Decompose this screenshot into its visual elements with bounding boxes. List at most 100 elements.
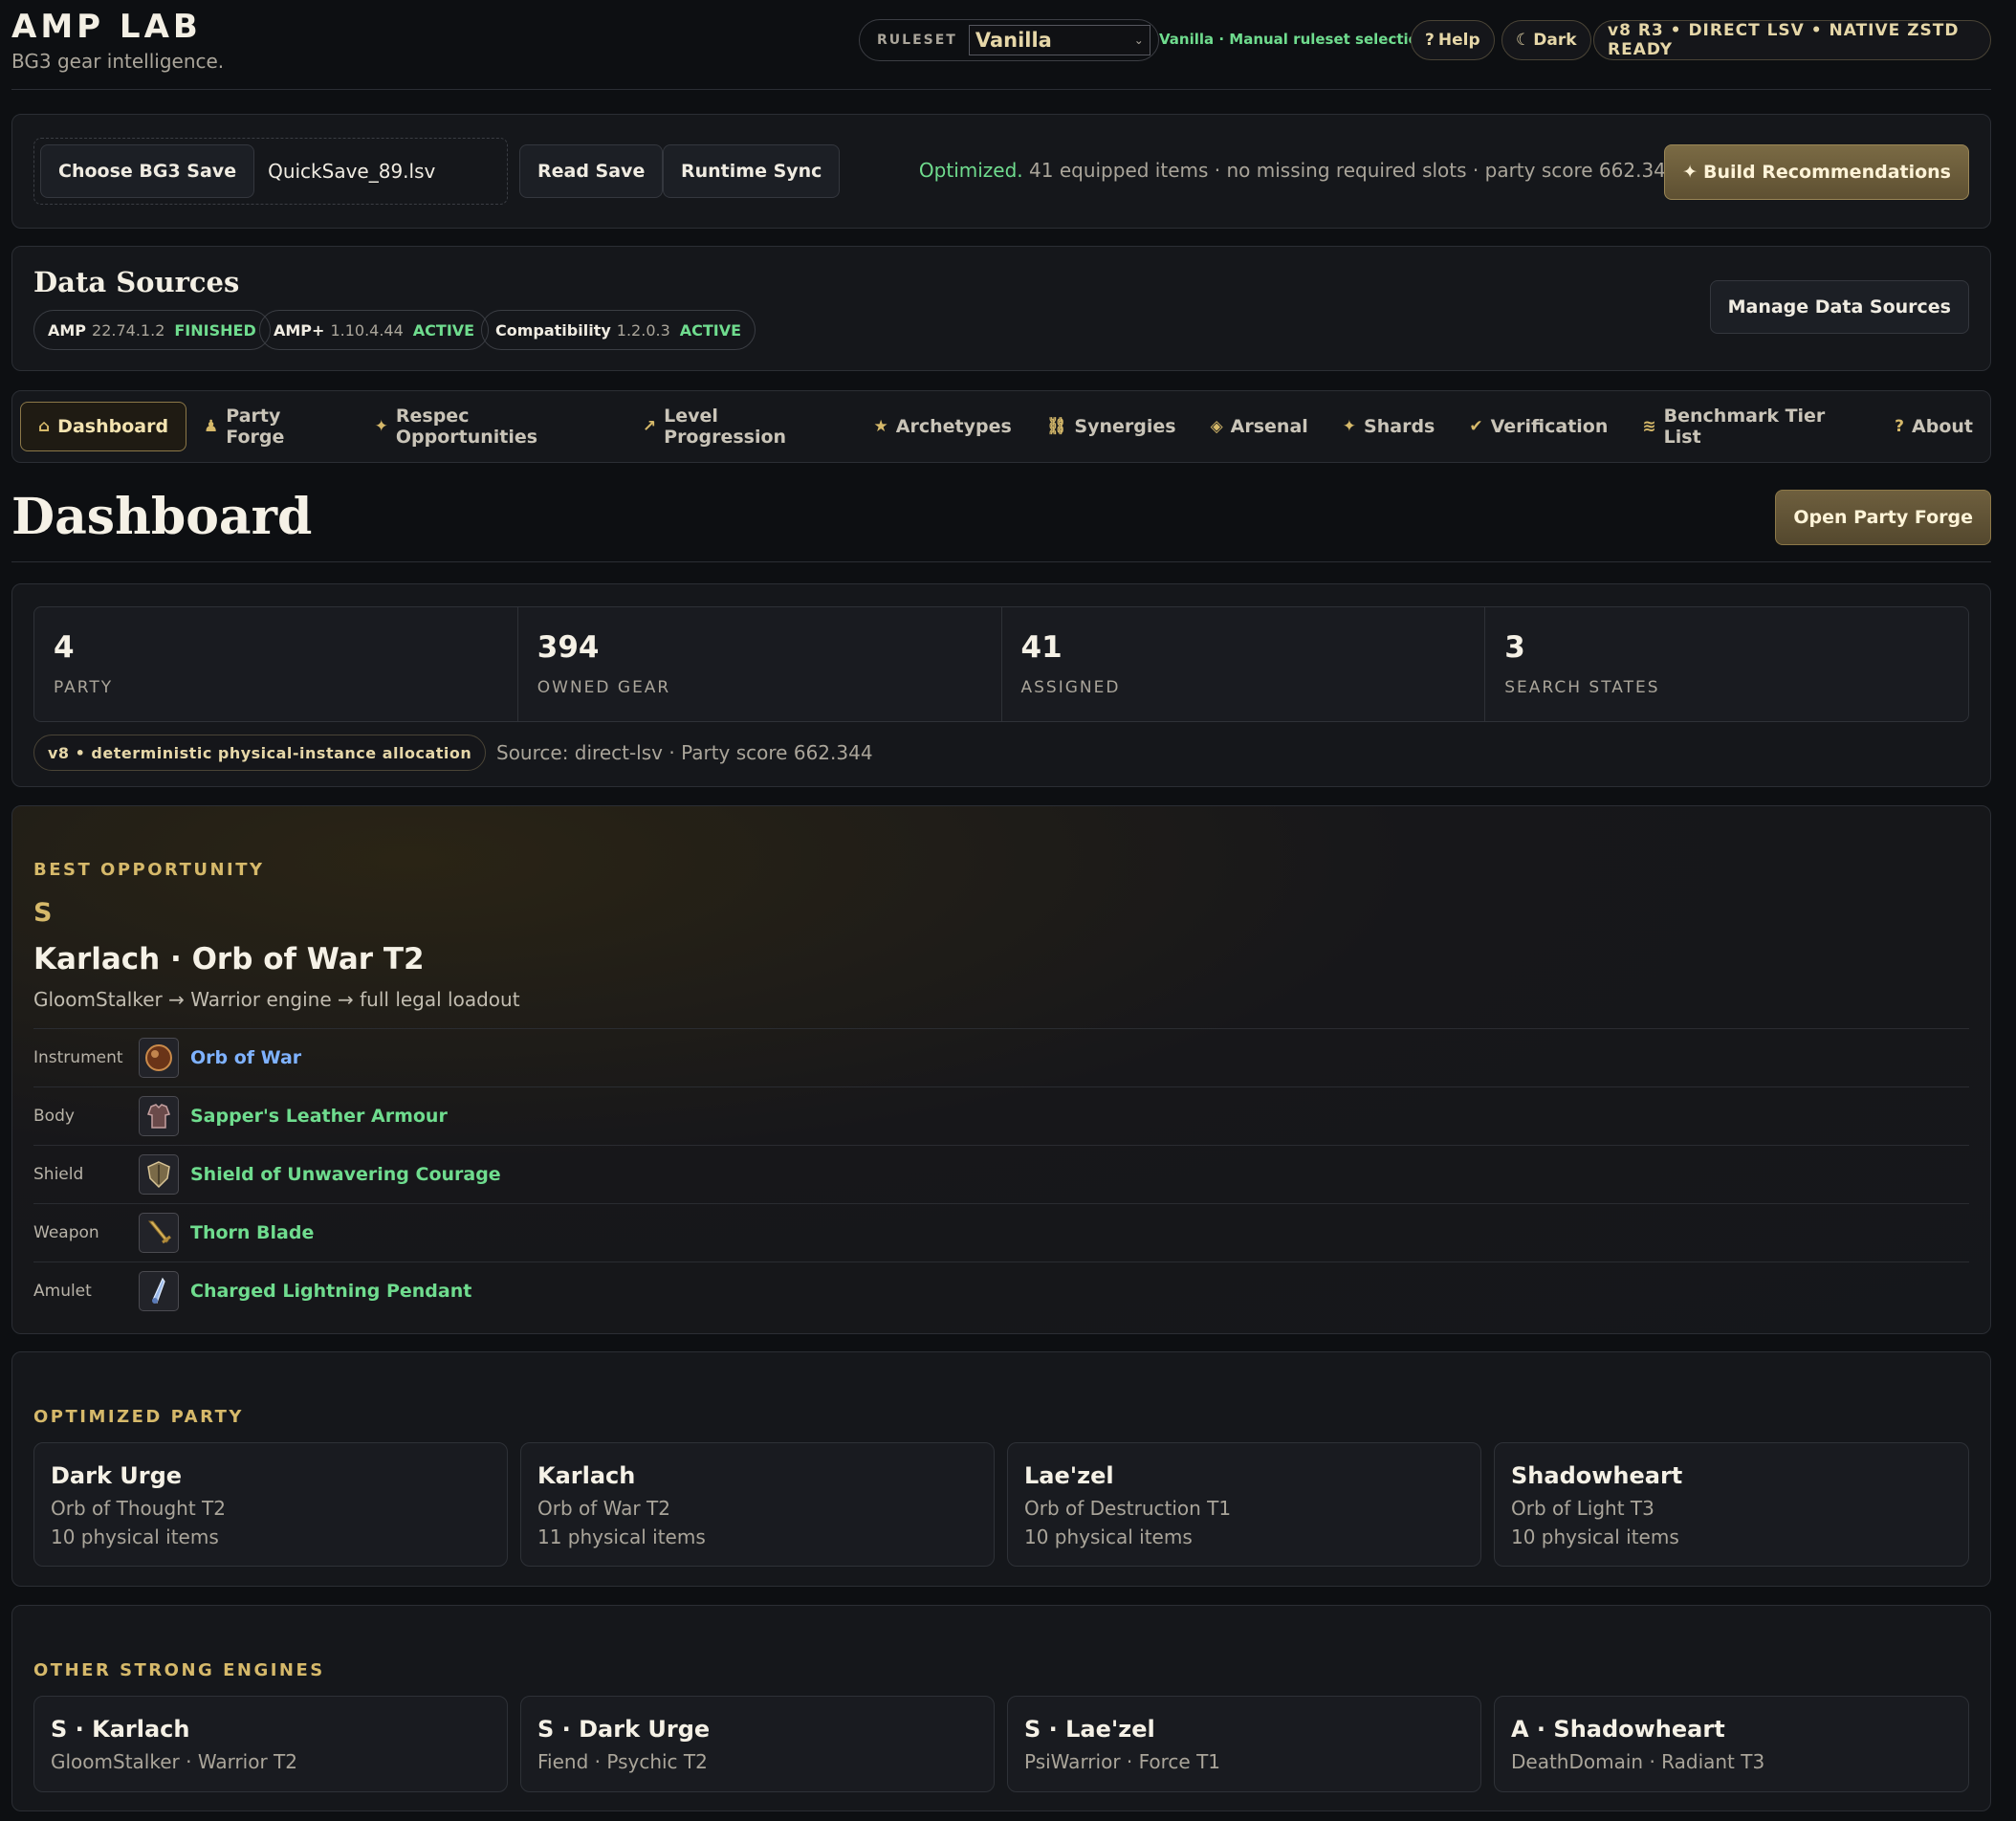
stat-label: OWNED GEAR <box>537 678 671 697</box>
person-icon: ♟ <box>204 417 219 436</box>
ruleset-label: RULESET <box>877 33 957 48</box>
optimized-party-panel: OPTIMIZED PARTY Dark Urge Orb of Thought… <box>11 1351 1991 1587</box>
tab-label: Party Forge <box>226 406 285 448</box>
status-ok: Optimized. <box>918 159 1023 182</box>
loadout-row: Amulet Charged Lightning Pendant <box>33 1262 1969 1320</box>
slot-label: Instrument <box>33 1048 123 1067</box>
optimized-party-heading: OPTIMIZED PARTY <box>33 1407 244 1427</box>
loadout-row: Instrument Orb of War <box>33 1028 1969 1086</box>
item-link[interactable]: Thorn Blade <box>190 1222 314 1243</box>
tab-level-progression[interactable]: ↗ Level Progression <box>625 402 857 451</box>
sparkle-icon: ✦ <box>1682 162 1698 183</box>
engine-card[interactable]: A · Shadowheart DeathDomain · Radiant T3 <box>1494 1696 1969 1792</box>
tab-shards[interactable]: ✦ Shards <box>1326 402 1453 451</box>
version-badge: v8 R3 • DIRECT LSV • NATIVE ZSTD READY <box>1593 20 1991 60</box>
stat-assigned: 41 ASSIGNED <box>1002 607 1486 721</box>
other-engines-panel: OTHER STRONG ENGINES S · Karlach GloomSt… <box>11 1605 1991 1811</box>
open-party-forge-button[interactable]: Open Party Forge <box>1775 490 1991 545</box>
brand-subtitle: BG3 gear intelligence. <box>11 50 225 73</box>
sparkle-icon: ✦ <box>1342 417 1357 436</box>
runtime-sync-button[interactable]: Runtime Sync <box>663 144 841 198</box>
loadout-row: Shield Shield of Unwavering Courage <box>33 1145 1969 1203</box>
stat-search-states: 3 SEARCH STATES <box>1485 607 1968 721</box>
tab-archetypes[interactable]: ★ Archetypes <box>857 402 1029 451</box>
tab-label: Benchmark Tier List <box>1663 406 1826 448</box>
tab-party-forge[interactable]: ♟ Party Forge <box>186 402 358 451</box>
member-name: Karlach <box>537 1462 636 1489</box>
source-name: AMP <box>48 320 87 340</box>
loadout-row: Weapon Thorn Blade <box>33 1203 1969 1262</box>
party-member-card[interactable]: Dark Urge Orb of Thought T2 10 physical … <box>33 1442 508 1567</box>
engine-title: S · Lae'zel <box>1024 1716 1155 1743</box>
best-opportunity-panel: BEST OPPORTUNITY S Karlach · Orb of War … <box>11 805 1991 1334</box>
engine-card[interactable]: S · Dark Urge Fiend · Psychic T2 <box>520 1696 995 1792</box>
read-save-button[interactable]: Read Save <box>519 144 664 198</box>
stats-panel: 4 PARTY 394 OWNED GEAR 41 ASSIGNED 3 SEA… <box>11 583 1991 787</box>
stat-value: 3 <box>1504 630 1525 665</box>
tab-respec-opportunities[interactable]: ✦ Respec Opportunities <box>358 402 625 451</box>
home-icon: ⌂ <box>38 417 51 436</box>
tab-synergies[interactable]: ⛓ Synergies <box>1029 402 1194 451</box>
question-icon: ? <box>1425 31 1435 50</box>
optimize-status: Optimized. 41 equipped items · no missin… <box>919 159 1684 182</box>
best-opportunity-heading: BEST OPPORTUNITY <box>33 860 265 880</box>
source-status: FINISHED <box>174 320 256 340</box>
brand-title: AMP LAB <box>11 8 202 46</box>
stat-label: ASSIGNED <box>1020 678 1121 697</box>
tab-arsenal[interactable]: ◈ Arsenal <box>1194 402 1326 451</box>
tab-label: Level Progression <box>664 406 787 448</box>
item-link[interactable]: Sapper's Leather Armour <box>190 1106 448 1127</box>
stats-grid: 4 PARTY 394 OWNED GEAR 41 ASSIGNED 3 SEA… <box>33 606 1969 722</box>
source-text: Source: direct-lsv · Party score 662.344 <box>496 741 873 764</box>
pendant-icon <box>139 1271 179 1311</box>
slot-label: Shield <box>33 1165 84 1184</box>
sword-icon <box>139 1213 179 1253</box>
ruleset-select[interactable]: Vanilla ⌄ <box>968 25 1150 55</box>
help-label: Help <box>1437 31 1480 50</box>
source-name: AMP+ <box>274 320 325 340</box>
item-link[interactable]: Charged Lightning Pendant <box>190 1281 471 1302</box>
check-icon: ✔ <box>1469 417 1483 436</box>
choose-save-button[interactable]: Choose BG3 Save <box>40 144 255 198</box>
party-member-card[interactable]: Shadowheart Orb of Light T3 10 physical … <box>1494 1442 1969 1567</box>
ruleset-control: RULESET Vanilla ⌄ <box>859 19 1159 61</box>
engine-title: S · Dark Urge <box>537 1716 711 1743</box>
file-picker: Choose BG3 Save QuickSave_89.lsv <box>33 138 508 205</box>
loadout-row: Body Sapper's Leather Armour <box>33 1086 1969 1145</box>
member-orb: Orb of Thought T2 <box>51 1497 226 1520</box>
engine-card[interactable]: S · Karlach GloomStalker · Warrior T2 <box>33 1696 508 1792</box>
manage-data-sources-button[interactable]: Manage Data Sources <box>1709 280 1969 334</box>
allocation-badge: v8 • deterministic physical-instance all… <box>33 735 487 771</box>
moon-icon: ☾ <box>1516 31 1531 50</box>
item-link[interactable]: Shield of Unwavering Courage <box>190 1164 501 1185</box>
ruleset-value: Vanilla <box>975 29 1052 52</box>
engine-desc: Fiend · Psychic T2 <box>537 1750 708 1773</box>
item-link[interactable]: Orb of War <box>190 1047 301 1068</box>
party-member-card[interactable]: Lae'zel Orb of Destruction T1 10 physica… <box>1007 1442 1481 1567</box>
tab-label: Verification <box>1490 416 1609 437</box>
theme-toggle[interactable]: ☾ Dark <box>1501 20 1591 60</box>
tab-verification[interactable]: ✔ Verification <box>1452 402 1625 451</box>
stat-value: 41 <box>1020 630 1063 665</box>
tab-label: Archetypes <box>895 416 1012 437</box>
build-recommendations-button[interactable]: ✦ Build Recommendations <box>1664 144 1969 200</box>
engine-desc: PsiWarrior · Force T1 <box>1024 1750 1221 1773</box>
tab-label: Shards <box>1364 416 1435 437</box>
header-divider <box>11 89 1991 90</box>
data-sources-panel: Data Sources AMP 22.74.1.2 FINISHED AMP+… <box>11 246 1991 371</box>
ruleset-note: Vanilla · Manual ruleset selection. <box>1159 31 1435 48</box>
theme-label: Dark <box>1533 31 1577 50</box>
tab-benchmark-tier-list[interactable]: ≋ Benchmark Tier List <box>1625 402 1877 451</box>
data-sources-title: Data Sources <box>33 266 240 298</box>
help-button[interactable]: ? Help <box>1411 20 1495 60</box>
slot-label: Body <box>33 1107 75 1126</box>
member-orb: Orb of War T2 <box>537 1497 670 1520</box>
tab-about[interactable]: ? About <box>1877 402 1990 451</box>
engine-card[interactable]: S · Lae'zel PsiWarrior · Force T1 <box>1007 1696 1481 1792</box>
member-items: 11 physical items <box>537 1525 706 1548</box>
orb-icon <box>139 1038 179 1078</box>
tab-dashboard[interactable]: ⌂ Dashboard <box>20 402 187 451</box>
engine-desc: GloomStalker · Warrior T2 <box>51 1750 297 1773</box>
party-member-card[interactable]: Karlach Orb of War T2 11 physical items <box>520 1442 995 1567</box>
arrow-up-right-icon: ↗ <box>642 417 657 436</box>
